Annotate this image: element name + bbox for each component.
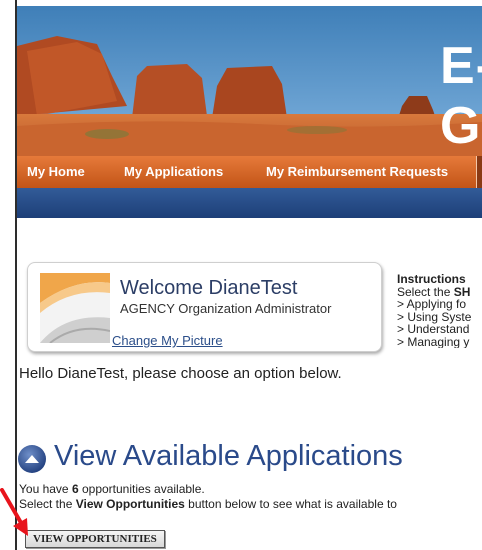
instructions-link-applying[interactable]: > Applying fo <box>397 298 482 311</box>
circle-arrow-up-icon <box>18 445 46 473</box>
user-role: AGENCY Organization Administrator <box>120 301 332 316</box>
view-opportunities-instructions: Select the View Opportunities button bel… <box>19 497 397 511</box>
hello-message: Hello DianeTest, please choose an option… <box>19 365 342 382</box>
opportunities-count: 6 <box>71 482 79 496</box>
banner-title: E-G <box>440 37 482 155</box>
view-opportunities-button[interactable]: VIEW OPPORTUNITIES <box>25 530 165 548</box>
instructions-link-managing[interactable]: > Managing y <box>397 335 482 349</box>
main-nav: My Home My Applications My Reimbursement… <box>17 156 482 188</box>
red-arrow-annotation-icon <box>0 488 28 536</box>
nav-my-reimbursement-requests[interactable]: My Reimbursement Requests <box>256 156 477 188</box>
change-picture-link[interactable]: Change My Picture <box>112 333 223 348</box>
welcome-card: Welcome DianeTest AGENCY Organization Ad… <box>27 262 382 352</box>
nav-sub-bar <box>17 188 482 218</box>
count-suffix: opportunities available. <box>78 482 205 496</box>
nav-my-applications[interactable]: My Applications <box>114 156 257 188</box>
instructions-panel: Instructions Select the SH > Applying fo… <box>397 273 482 348</box>
avatar-placeholder-icon <box>40 273 110 343</box>
instructions-link-understanding[interactable]: > Understand <box>397 323 482 336</box>
nav-my-home[interactable]: My Home <box>17 156 115 188</box>
header-banner: E-G <box>17 6 482 156</box>
opportunities-count-line: You have 6 opportunities available. <box>19 482 205 496</box>
section-title-view-applications: View Available Applications <box>54 440 403 472</box>
welcome-greeting: Welcome DianeTest <box>120 277 298 299</box>
desert-landscape-image <box>17 6 482 156</box>
select-suffix: button below to see what is available to <box>184 497 397 511</box>
select-bold: View Opportunities <box>75 497 185 511</box>
